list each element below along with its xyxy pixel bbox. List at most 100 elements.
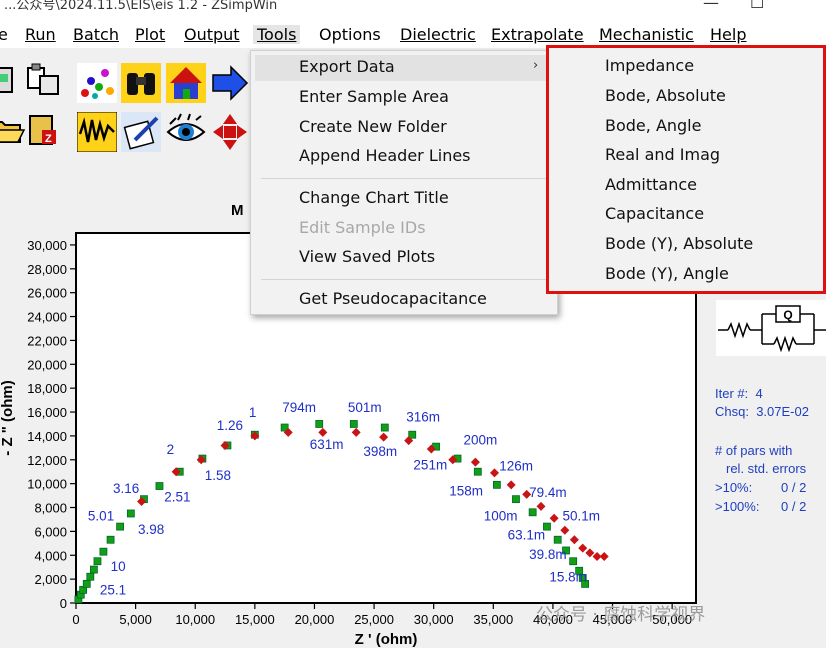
- gt100-value: 0 / 2: [781, 499, 807, 514]
- submenu-item-capacitance[interactable]: Capacitance: [605, 204, 704, 223]
- frequency-label: 1.58: [205, 468, 231, 483]
- menu-item-edit-sample-ids: Edit Sample IDs: [299, 218, 426, 237]
- data-point-square: [126, 509, 135, 518]
- data-point-square: [408, 430, 417, 439]
- y-tick-label: 4,000: [34, 548, 67, 563]
- data-point-square: [99, 547, 108, 556]
- frequency-label: 794m: [282, 400, 316, 415]
- iter-value: 4: [755, 386, 763, 401]
- data-point-square: [93, 557, 102, 566]
- data-point-square: [82, 580, 91, 588]
- frequency-label: 79.4m: [529, 485, 567, 500]
- y-tick-label: 14,000: [27, 429, 67, 444]
- frequency-label: 200m: [464, 432, 498, 447]
- y-axis-label: - Z " (ohm): [0, 380, 16, 455]
- y-tick-label: 20,000: [27, 357, 67, 372]
- y-tick-label: 18,000: [27, 381, 67, 396]
- data-point-square: [473, 467, 482, 476]
- x-tick-label: 25,000: [354, 612, 394, 627]
- watermark: 公众号 · 腐蚀科学视界: [536, 605, 706, 625]
- gt10-value: 0 / 2: [781, 480, 807, 495]
- y-tick-label: 12,000: [27, 453, 67, 468]
- y-tick-label: 30,000: [27, 238, 67, 253]
- x-tick-label: 35,000: [473, 612, 513, 627]
- submenu-item-real-imag[interactable]: Real and Imag: [605, 145, 720, 164]
- menu-item-get-pseudocapacitance[interactable]: Get Pseudocapacitance: [299, 289, 487, 308]
- frequency-label: 5.01: [88, 509, 114, 524]
- frequency-label: 1: [249, 405, 257, 420]
- data-point-square: [349, 420, 358, 428]
- x-tick-label: 20,000: [295, 612, 335, 627]
- y-tick-label: 2,000: [34, 572, 67, 587]
- frequency-label: 3.16: [113, 481, 139, 496]
- submenu-item-impedance[interactable]: Impedance: [605, 56, 694, 75]
- menu-item-enter-sample-area[interactable]: Enter Sample Area: [299, 87, 449, 106]
- menu-item-create-new-folder[interactable]: Create New Folder: [299, 117, 447, 136]
- data-point-square: [106, 535, 115, 544]
- data-point-square: [89, 565, 98, 574]
- y-tick-label: 22,000: [27, 333, 67, 348]
- frequency-label: 2.51: [164, 490, 190, 505]
- menu-item-append-header-lines[interactable]: Append Header Lines: [299, 146, 471, 165]
- frequency-label: 15.8m: [549, 570, 587, 585]
- data-point-square: [492, 480, 501, 489]
- pars-line-2: rel. std. errors: [726, 461, 807, 476]
- data-point-square: [553, 535, 562, 544]
- data-point-square: [155, 482, 164, 490]
- frequency-label: 100m: [484, 509, 518, 524]
- y-tick-label: 6,000: [34, 524, 67, 539]
- submenu-item-admittance[interactable]: Admittance: [605, 175, 697, 194]
- menu-item-change-chart-title[interactable]: Change Chart Title: [299, 188, 449, 207]
- frequency-label: 158m: [449, 484, 483, 499]
- fit-results-panel: Iter #: 4 Chsq: 3.07E-02 # of pars with …: [712, 300, 826, 530]
- x-tick-label: 10,000: [175, 612, 215, 627]
- x-tick-label: 30,000: [414, 612, 454, 627]
- tools-menu: Export Data › Enter Sample Area Create N…: [250, 50, 558, 315]
- y-tick-label: 26,000: [27, 286, 67, 301]
- frequency-label: 126m: [499, 459, 533, 474]
- frequency-label: 316m: [406, 410, 440, 425]
- menu-item-view-saved-plots[interactable]: View Saved Plots: [299, 247, 435, 266]
- submenu-item-bode-y-absolute[interactable]: Bode (Y), Absolute: [605, 234, 753, 253]
- x-tick-label: 15,000: [235, 612, 275, 627]
- submenu-item-bode-angle[interactable]: Bode, Angle: [605, 116, 701, 135]
- x-axis-label: Z ' (ohm): [355, 631, 418, 648]
- y-tick-label: 8,000: [34, 501, 67, 516]
- y-tick-label: 10,000: [27, 477, 67, 492]
- frequency-label: 50.1m: [562, 509, 600, 524]
- y-tick-label: 16,000: [27, 405, 67, 420]
- frequency-label: 1.26: [217, 418, 243, 433]
- menu-separator: [261, 178, 551, 179]
- data-point-square: [116, 522, 125, 531]
- data-point-square: [512, 495, 520, 504]
- frequency-label: 25.1: [100, 583, 126, 598]
- frequency-label: 3.98: [138, 522, 164, 537]
- x-tick-label: 0: [72, 612, 79, 627]
- menu-separator: [261, 279, 551, 280]
- frequency-label: 631m: [310, 437, 344, 452]
- y-tick-label: 0: [60, 596, 67, 611]
- x-tick-label: 5,000: [119, 612, 152, 627]
- submenu-item-bode-y-angle[interactable]: Bode (Y), Angle: [605, 264, 729, 283]
- data-point-square: [86, 572, 95, 581]
- menu-item-export-data[interactable]: Export Data: [299, 57, 395, 76]
- export-data-submenu: Impedance Bode, Absolute Bode, Angle Rea…: [546, 45, 826, 294]
- chsq-value: 3.07E-02: [756, 404, 809, 419]
- frequency-label: 63.1m: [508, 528, 546, 543]
- frequency-label: 251m: [413, 457, 447, 472]
- frequency-label: 398m: [363, 444, 397, 459]
- y-tick-label: 24,000: [27, 310, 67, 325]
- gt100-label: >100%:: [715, 499, 760, 514]
- submenu-arrow-icon: ›: [533, 58, 539, 73]
- iter-label: Iter #:: [715, 386, 749, 401]
- gt10-label: >10%:: [715, 480, 753, 495]
- pars-line-1: # of pars with: [715, 443, 793, 458]
- frequency-label: 10: [111, 559, 126, 574]
- data-point-square: [569, 557, 578, 566]
- chsq-label: Chsq:: [715, 404, 749, 419]
- data-point-square: [315, 420, 324, 428]
- frequency-label: 501m: [348, 400, 382, 415]
- data-point-square: [528, 508, 537, 517]
- y-axis: 0 2,000 4,000 6,000 8,000 10,000 12,000 14,000 1…: [27, 238, 76, 611]
- submenu-item-bode-absolute[interactable]: Bode, Absolute: [605, 86, 726, 105]
